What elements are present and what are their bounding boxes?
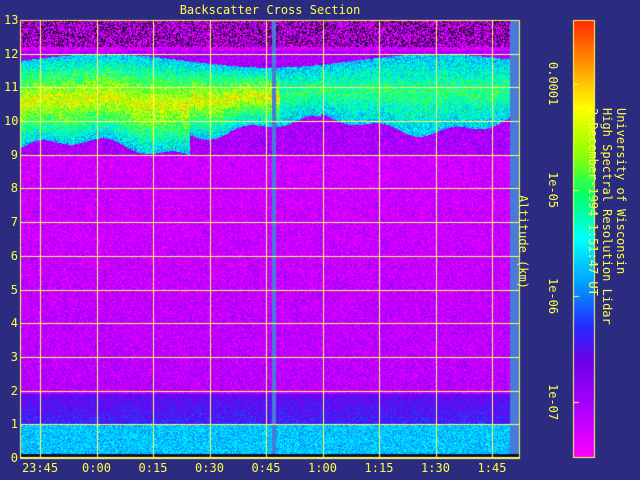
x-tick-label: 0:15 xyxy=(138,461,168,475)
y-axis-label: Altitude (km) xyxy=(516,195,530,289)
y-tick-label: 13 xyxy=(4,13,19,27)
y-tick-label: 5 xyxy=(10,282,18,297)
caption-line-2: High Spectral Resolution Lidar xyxy=(600,108,614,325)
x-tick-label: 0:45 xyxy=(251,461,281,475)
y-tick-label: 8 xyxy=(10,181,18,196)
x-tick-label: 23:45 xyxy=(21,461,59,475)
x-tick-label: 1:45 xyxy=(477,461,507,475)
backscatter-heatmap xyxy=(0,0,640,480)
colorbar-tick-label: 0.0001 xyxy=(546,62,560,106)
y-tick-label: 3 xyxy=(10,349,18,364)
y-tick-label: 10 xyxy=(4,114,19,129)
caption-line-1: University of Wisconsin xyxy=(614,108,628,275)
y-tick-label: 7 xyxy=(10,215,18,230)
colorbar-tick-label: 1e-07 xyxy=(546,384,560,421)
y-tick-label: 4 xyxy=(10,316,18,331)
y-tick-label: 0 xyxy=(10,451,18,465)
x-tick-label: 1:00 xyxy=(308,461,337,475)
x-tick-label: 0:00 xyxy=(82,461,111,475)
y-tick-label: 12 xyxy=(4,46,19,61)
y-tick-label: 11 xyxy=(4,80,19,95)
y-tick-label: 1 xyxy=(10,417,18,432)
x-tick-label: 1:30 xyxy=(421,461,450,475)
y-tick-label: 2 xyxy=(10,383,18,398)
chart-title: Backscatter Cross Section xyxy=(179,3,361,17)
colorbar-tick-label: 1e-06 xyxy=(546,278,560,315)
y-tick-label: 6 xyxy=(10,248,18,263)
y-tick-label: 9 xyxy=(10,147,18,162)
x-tick-label: 1:15 xyxy=(364,461,394,475)
x-tick-label: 0:30 xyxy=(195,461,224,475)
colorbar-tick-label: 1e-05 xyxy=(546,172,560,209)
caption-line-3: 2-December-1994 1:51:47 UT xyxy=(586,108,600,296)
